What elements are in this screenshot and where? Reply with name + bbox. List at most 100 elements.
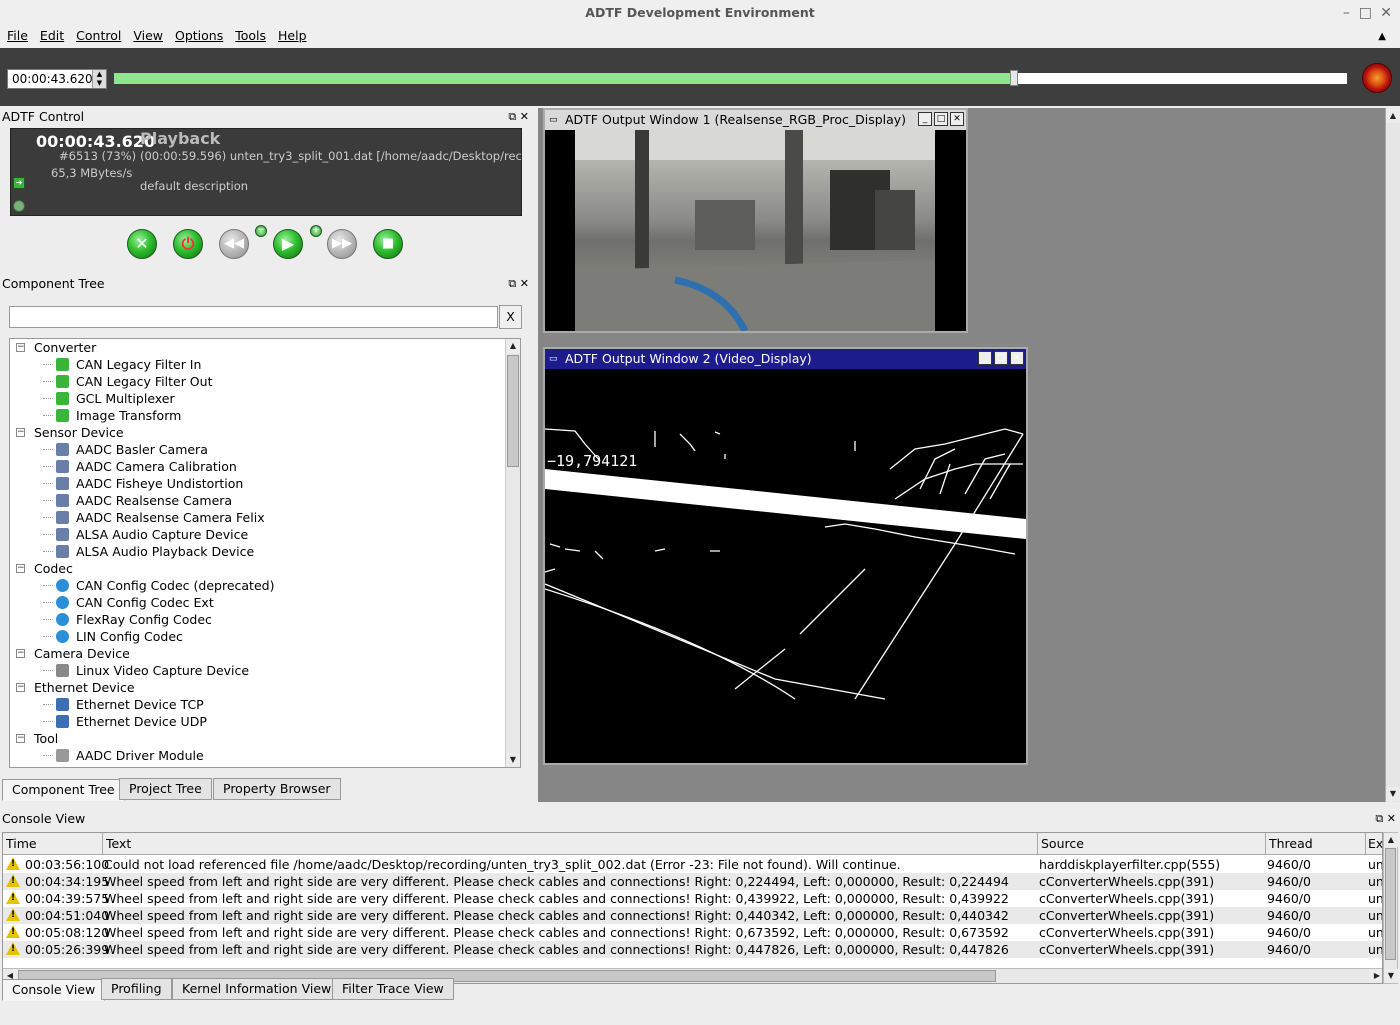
tree-item[interactable]: CAN Config Codec Ext (10, 594, 505, 611)
timeline-handle[interactable] (1010, 70, 1019, 86)
tree-category[interactable]: − Sensor Device (10, 424, 505, 441)
tree-category[interactable]: − Converter (10, 339, 505, 356)
tree-category[interactable]: − Camera Device (10, 645, 505, 662)
collapse-icon[interactable]: − (16, 428, 25, 437)
output-window-1[interactable]: ▭ ADTF Output Window 1 (Realsense_RGB_Pr… (543, 108, 968, 333)
tree-item[interactable]: Linux Video Capture Device (10, 662, 505, 679)
column-source[interactable]: Source (1038, 833, 1266, 855)
menu-view[interactable]: View (127, 27, 169, 44)
vscroll-thumb[interactable] (1385, 848, 1396, 960)
window-menu-icon[interactable]: ▭ (549, 110, 558, 130)
tree-item[interactable]: AADC Basler Camera (10, 441, 505, 458)
close-icon[interactable]: ✕ (950, 112, 964, 126)
menu-tools[interactable]: Tools (229, 27, 272, 44)
fast-forward-button[interactable]: ▶▶ (327, 229, 357, 259)
collapse-icon[interactable]: − (16, 343, 25, 352)
panel-float-close-icon[interactable]: ⧉ ✕ (508, 275, 529, 293)
close-icon[interactable]: ✕ (1010, 351, 1024, 365)
mdi-scrollbar[interactable]: ▲ ▼ (1385, 108, 1400, 802)
tree-category[interactable]: − Codec (10, 560, 505, 577)
component-search-input[interactable] (9, 306, 498, 328)
scroll-up-icon[interactable]: ▲ (506, 339, 520, 353)
maximize-button[interactable]: □ (1359, 0, 1372, 26)
console-row[interactable]: ! 00:04:34:195 Wheel speed from left and r… (3, 873, 1382, 890)
menu-options[interactable]: Options (169, 27, 229, 44)
collapse-menu-icon[interactable]: ▲ (1372, 28, 1392, 45)
scroll-right-icon[interactable]: ▶ (1370, 969, 1382, 983)
tree-item[interactable]: AADC Realsense Camera (10, 492, 505, 509)
tree-category[interactable]: − Tool (10, 730, 505, 747)
tree-item[interactable]: Image Transform (10, 407, 505, 424)
tab-profiling[interactable]: Profiling (101, 978, 172, 1000)
timeline-slider[interactable] (114, 70, 1347, 86)
console-row[interactable]: ! 00:05:08:120 Wheel speed from left and r… (3, 924, 1382, 941)
console-row[interactable]: ! 00:05:26:399 Wheel speed from left and r… (3, 941, 1382, 958)
maximize-icon[interactable]: □ (934, 112, 948, 126)
power-button[interactable]: ⏻ (173, 229, 203, 259)
tree-item[interactable]: LIN Config Codec (10, 628, 505, 645)
collapse-icon[interactable]: − (16, 649, 25, 658)
minimize-icon[interactable]: _ (978, 351, 992, 365)
stop-button[interactable]: ■ (373, 229, 403, 259)
shutdown-button[interactable]: ✕ (127, 229, 157, 259)
tree-scrollbar[interactable]: ▲ ▼ (505, 339, 520, 767)
maximize-icon[interactable]: □ (994, 351, 1008, 365)
spin-arrows-icon[interactable]: ▲ ▼ (92, 70, 106, 88)
play-button[interactable]: ▶ (273, 229, 303, 259)
tab-component-tree[interactable]: Component Tree (2, 779, 125, 801)
panel-float-close-icon[interactable]: ⧉ ✕ (508, 108, 529, 126)
column-ex[interactable]: Ex (1366, 833, 1382, 855)
scroll-down-icon[interactable]: ▼ (1384, 969, 1398, 983)
tab-project-tree[interactable]: Project Tree (119, 778, 212, 800)
minimize-button[interactable]: – (1343, 0, 1350, 26)
menu-help[interactable]: Help (272, 27, 313, 44)
scroll-up-icon[interactable]: ▲ (1386, 109, 1400, 123)
tree-item[interactable]: Ethernet Device TCP (10, 696, 505, 713)
tree-item[interactable]: AADC Realsense Camera Felix (10, 509, 505, 526)
menu-edit[interactable]: Edit (34, 27, 70, 44)
scroll-up-icon[interactable]: ▲ (1384, 833, 1398, 847)
tree-item[interactable]: AADC Driver Module (10, 747, 505, 764)
console-row[interactable]: ! 00:04:51:040 Wheel speed from left and r… (3, 907, 1382, 924)
console-row[interactable]: ! 00:03:56:100 Could not load referenced f… (3, 856, 1382, 873)
panel-float-close-icon[interactable]: ⧉ ✕ (1375, 810, 1396, 828)
tree-item[interactable]: CAN Legacy Filter Out (10, 373, 505, 390)
scroll-down-icon[interactable]: ▼ (1386, 787, 1400, 801)
clear-search-button[interactable]: X (499, 305, 522, 329)
record-button[interactable] (1362, 63, 1392, 93)
tab-filter-trace-view[interactable]: Filter Trace View (332, 978, 454, 1000)
time-spinbox[interactable]: 00:00:43.620 ▲ ▼ (7, 69, 107, 89)
collapse-icon[interactable]: − (16, 683, 25, 692)
menu-file[interactable]: File (1, 27, 34, 44)
close-window-button[interactable]: ✕ (1380, 0, 1392, 26)
column-time[interactable]: Time (3, 833, 103, 855)
slower-icon[interactable]: − (255, 225, 267, 237)
tree-item[interactable]: GCL Multiplexer (10, 390, 505, 407)
tree-item[interactable]: Ethernet Device UDP (10, 713, 505, 730)
console-vscrollbar[interactable]: ▲ ▼ (1383, 832, 1398, 984)
tree-item[interactable]: ALSA Audio Playback Device (10, 543, 505, 560)
column-text[interactable]: Text (103, 833, 1038, 855)
tree-item[interactable]: CAN Legacy Filter In (10, 356, 505, 373)
output-window-2-titlebar[interactable]: ▭ ADTF Output Window 2 (Video_Display) _… (545, 349, 1026, 369)
tree-item[interactable]: AADC Fisheye Undistortion (10, 475, 505, 492)
collapse-icon[interactable]: − (16, 734, 25, 743)
tree-item[interactable]: CAN Config Codec (deprecated) (10, 577, 505, 594)
tree-item[interactable]: FlexRay Config Codec (10, 611, 505, 628)
scroll-down-icon[interactable]: ▼ (506, 753, 520, 767)
tab-console-view[interactable]: Console View (2, 979, 106, 1001)
faster-icon[interactable]: + (310, 225, 322, 237)
column-thread[interactable]: Thread (1266, 833, 1366, 855)
tab-kernel-information-view[interactable]: Kernel Information View (172, 978, 342, 1000)
minimize-icon[interactable]: _ (918, 112, 932, 126)
tab-property-browser[interactable]: Property Browser (213, 778, 341, 800)
menu-control[interactable]: Control (70, 27, 127, 44)
console-row[interactable]: ! 00:04:39:575 Wheel speed from left and r… (3, 890, 1382, 907)
output-window-1-titlebar[interactable]: ▭ ADTF Output Window 1 (Realsense_RGB_Pr… (545, 110, 966, 130)
scroll-thumb[interactable] (507, 355, 519, 467)
collapse-icon[interactable]: − (16, 564, 25, 573)
output-window-2[interactable]: ▭ ADTF Output Window 2 (Video_Display) _… (543, 347, 1028, 765)
tree-item[interactable]: ALSA Audio Capture Device (10, 526, 505, 543)
window-menu-icon[interactable]: ▭ (549, 349, 558, 369)
rewind-button[interactable]: ◀◀ (219, 229, 249, 259)
